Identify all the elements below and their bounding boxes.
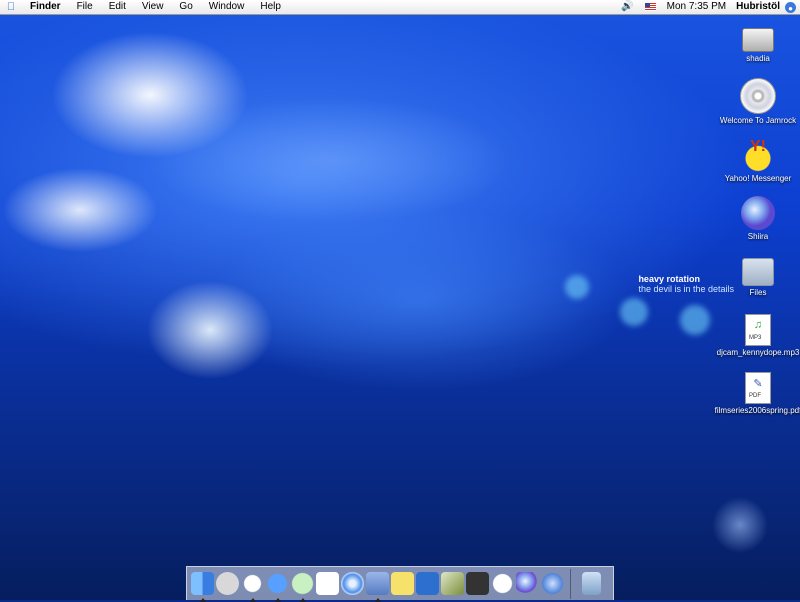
- menu-bar:  Finder File Edit View Go Window Help 🔊…: [0, 0, 800, 15]
- yahoo-messenger-icon: Y!: [741, 138, 775, 172]
- itunes-icon[interactable]: [291, 572, 314, 602]
- tagline-line2: the devil is in the details: [638, 284, 734, 294]
- dock: [186, 566, 614, 602]
- hard-drive-icon: [742, 28, 774, 52]
- spotlight-icon[interactable]: ●: [785, 1, 796, 13]
- tagline-line1: heavy rotation: [638, 274, 700, 284]
- desktop-icon-label: Yahoo! Messenger: [724, 174, 792, 183]
- desktop-icon-label: filmseries2006spring.pdf: [714, 406, 800, 415]
- running-indicator: [250, 598, 256, 602]
- menu-edit[interactable]: Edit: [101, 0, 134, 14]
- shiira-icon: [741, 196, 775, 230]
- finder-icon[interactable]: [191, 572, 214, 602]
- desktop-icon-shadia[interactable]: shadia: [713, 20, 800, 63]
- adium-icon[interactable]: [241, 572, 264, 602]
- wallpaper-tagline: heavy rotation the devil is in the detai…: [638, 274, 734, 294]
- running-indicator: [300, 598, 306, 602]
- mp3-file-icon: ♫ MP3: [745, 314, 771, 346]
- dock-separator: [570, 568, 571, 599]
- preview-icon[interactable]: [366, 572, 389, 602]
- desktop-icon-label: shadia: [746, 54, 770, 63]
- imovie-icon[interactable]: [466, 572, 489, 595]
- menu-finder[interactable]: Finder: [22, 0, 69, 14]
- desktop-icon-label: Shiira: [747, 232, 769, 241]
- trash-icon[interactable]: [582, 572, 601, 595]
- menu-go[interactable]: Go: [171, 0, 200, 14]
- desktop-icon-filmseries-pdf[interactable]: ✎ PDF filmseries2006spring.pdf: [713, 372, 800, 415]
- menu-user[interactable]: Hubristöl: [731, 0, 785, 14]
- wallpaper-bokeh: [620, 298, 648, 326]
- soccer-ball-icon[interactable]: [491, 572, 514, 595]
- ichat-icon[interactable]: [266, 572, 289, 602]
- wallpaper-bokeh: [680, 305, 710, 335]
- network-globe-icon[interactable]: [541, 572, 564, 595]
- running-indicator: [375, 598, 381, 602]
- desktop-icon-welcome-to-jamrock[interactable]: Welcome To Jamrock: [713, 78, 800, 125]
- menu-help[interactable]: Help: [252, 0, 289, 14]
- pen-icon[interactable]: [441, 572, 464, 595]
- menu-window[interactable]: Window: [201, 0, 253, 14]
- running-indicator: [200, 598, 206, 602]
- cd-icon: [740, 78, 776, 114]
- shiira-icon[interactable]: [516, 572, 539, 595]
- desktop-icon-yahoo-messenger[interactable]: Y! Yahoo! Messenger: [713, 138, 800, 183]
- desktop-icon-shiira[interactable]: Shiira: [713, 196, 800, 241]
- us-flag-icon[interactable]: [644, 3, 656, 11]
- running-indicator: [275, 598, 281, 602]
- folder-icon: [742, 258, 774, 286]
- desktop-icon-djcam-mp3[interactable]: ♫ MP3 djcam_kennydope.mp3: [713, 314, 800, 357]
- pdf-file-icon: ✎ PDF: [745, 372, 771, 404]
- apple-icon[interactable]: : [0, 1, 22, 13]
- music-notes-icon[interactable]: [316, 572, 339, 595]
- stickies-icon[interactable]: [391, 572, 414, 595]
- desktop-icon-label: Welcome To Jamrock: [719, 116, 797, 125]
- safari-icon[interactable]: [341, 572, 364, 595]
- wallpaper-bokeh: [565, 275, 589, 299]
- dashboard-icon[interactable]: [216, 572, 239, 595]
- wiki-icon[interactable]: [416, 572, 439, 595]
- menu-view[interactable]: View: [134, 0, 172, 14]
- desktop-wallpaper: [0, 0, 800, 600]
- desktop-icon-label: djcam_kennydope.mp3: [716, 348, 800, 357]
- menu-file[interactable]: File: [69, 0, 101, 14]
- volume-icon[interactable]: 🔊: [616, 0, 638, 14]
- menu-clock[interactable]: Mon 7:35 PM: [662, 0, 731, 14]
